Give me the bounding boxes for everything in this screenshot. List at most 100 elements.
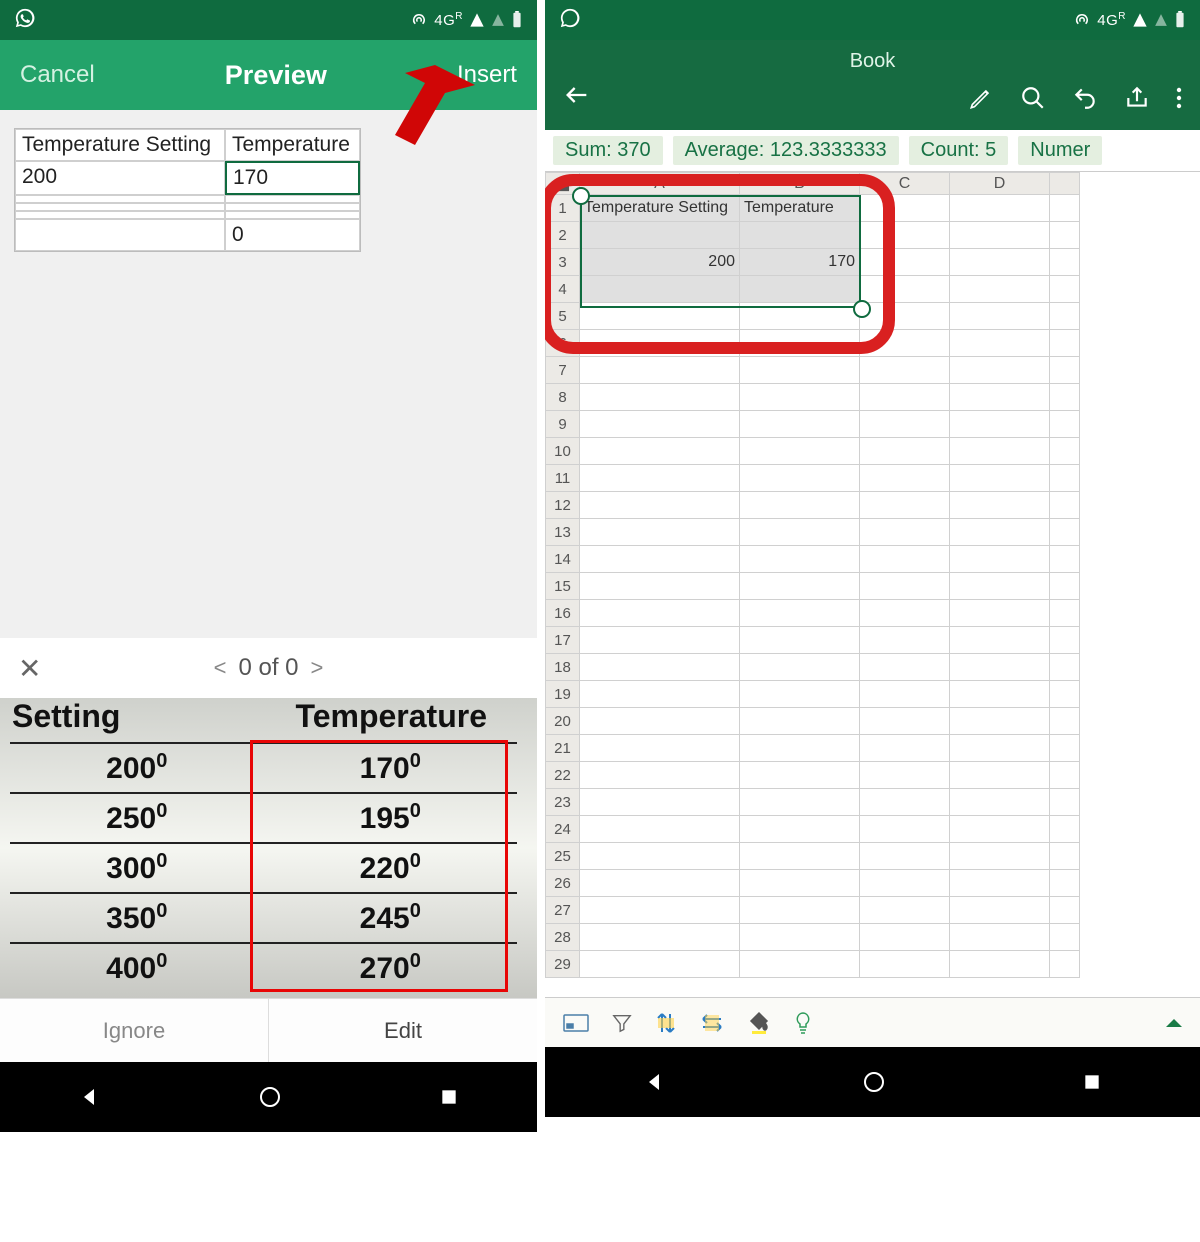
close-icon[interactable]: ✕ [18, 652, 41, 685]
cell[interactable]: 200 [580, 249, 740, 276]
cell[interactable] [1050, 519, 1080, 546]
cell[interactable] [740, 816, 860, 843]
cancel-button[interactable]: Cancel [20, 61, 95, 89]
cell[interactable] [950, 519, 1050, 546]
cell[interactable] [1050, 843, 1080, 870]
cell[interactable] [1050, 735, 1080, 762]
cell[interactable] [1050, 897, 1080, 924]
cell[interactable] [740, 465, 860, 492]
cell[interactable] [950, 708, 1050, 735]
cell[interactable] [580, 384, 740, 411]
cell[interactable] [950, 951, 1050, 978]
back-arrow-icon[interactable] [563, 81, 591, 109]
cell[interactable] [860, 951, 950, 978]
cell[interactable] [740, 546, 860, 573]
cell[interactable] [860, 897, 950, 924]
cell[interactable] [1050, 222, 1080, 249]
cell[interactable] [1050, 249, 1080, 276]
cell[interactable] [580, 843, 740, 870]
cell[interactable] [1050, 924, 1080, 951]
row-header[interactable]: 26 [546, 870, 580, 897]
cell[interactable] [860, 681, 950, 708]
cell[interactable] [740, 951, 860, 978]
stat-average[interactable]: Average: 123.3333333 [673, 136, 899, 165]
card-icon[interactable] [563, 1012, 589, 1034]
cell[interactable] [740, 303, 860, 330]
cell[interactable] [580, 222, 740, 249]
cell[interactable] [950, 924, 1050, 951]
insert-button[interactable]: Insert [457, 61, 517, 89]
cell[interactable] [950, 816, 1050, 843]
cell[interactable] [860, 708, 950, 735]
row-header[interactable]: 29 [546, 951, 580, 978]
cell[interactable] [950, 276, 1050, 303]
cell[interactable] [580, 924, 740, 951]
cell[interactable] [740, 870, 860, 897]
preview-header[interactable]: Temperature Setting [15, 129, 225, 161]
cell[interactable] [1050, 546, 1080, 573]
cell[interactable] [860, 546, 950, 573]
cell[interactable] [580, 357, 740, 384]
row-header[interactable]: 8 [546, 384, 580, 411]
cell[interactable] [580, 276, 740, 303]
cell[interactable] [740, 384, 860, 411]
row-header[interactable]: 3 [546, 249, 580, 276]
stat-count[interactable]: Count: 5 [909, 136, 1009, 165]
row-header[interactable]: 15 [546, 573, 580, 600]
undo-icon[interactable] [1072, 85, 1098, 111]
cell[interactable] [740, 438, 860, 465]
pager-next[interactable]: > [299, 655, 336, 681]
cell[interactable] [860, 789, 950, 816]
cell[interactable] [860, 924, 950, 951]
chevron-up-icon[interactable] [1166, 1017, 1182, 1029]
cell[interactable] [740, 924, 860, 951]
row-header[interactable]: 24 [546, 816, 580, 843]
cell[interactable] [950, 195, 1050, 222]
cell[interactable] [1050, 654, 1080, 681]
cell[interactable] [580, 303, 740, 330]
lightbulb-icon[interactable] [793, 1011, 813, 1035]
row-header[interactable]: 17 [546, 627, 580, 654]
stat-numerical[interactable]: Numer [1018, 136, 1102, 165]
row-header[interactable]: 18 [546, 654, 580, 681]
cell[interactable] [860, 843, 950, 870]
row-header[interactable]: 21 [546, 735, 580, 762]
share-icon[interactable] [1124, 85, 1150, 111]
cell[interactable] [860, 249, 950, 276]
cell[interactable] [950, 546, 1050, 573]
cell[interactable] [740, 519, 860, 546]
row-header[interactable]: 19 [546, 681, 580, 708]
cell[interactable] [1050, 438, 1080, 465]
cell[interactable] [950, 843, 1050, 870]
cell[interactable] [1050, 384, 1080, 411]
cell[interactable] [950, 897, 1050, 924]
cell[interactable] [860, 357, 950, 384]
cell[interactable] [580, 492, 740, 519]
row-header[interactable]: 27 [546, 897, 580, 924]
cell[interactable] [860, 654, 950, 681]
nav-recent-icon[interactable] [439, 1087, 459, 1107]
cell[interactable] [860, 492, 950, 519]
col-header[interactable] [1050, 173, 1080, 195]
pager-prev[interactable]: < [202, 655, 239, 681]
cell[interactable] [950, 438, 1050, 465]
cell[interactable] [740, 654, 860, 681]
row-header[interactable]: 22 [546, 762, 580, 789]
row-header[interactable]: 20 [546, 708, 580, 735]
cell[interactable] [580, 789, 740, 816]
cell[interactable] [740, 708, 860, 735]
cell[interactable] [950, 654, 1050, 681]
cell[interactable] [860, 519, 950, 546]
cell[interactable] [740, 222, 860, 249]
cell[interactable] [1050, 411, 1080, 438]
cell[interactable] [1050, 195, 1080, 222]
row-header[interactable]: 11 [546, 465, 580, 492]
cell[interactable] [860, 222, 950, 249]
cell[interactable] [580, 762, 740, 789]
cell[interactable] [740, 276, 860, 303]
cell[interactable] [1050, 573, 1080, 600]
cell[interactable] [950, 762, 1050, 789]
cell[interactable] [860, 573, 950, 600]
preview-table[interactable]: Temperature Setting Temperature 200 170 … [14, 128, 361, 252]
cell[interactable] [740, 627, 860, 654]
